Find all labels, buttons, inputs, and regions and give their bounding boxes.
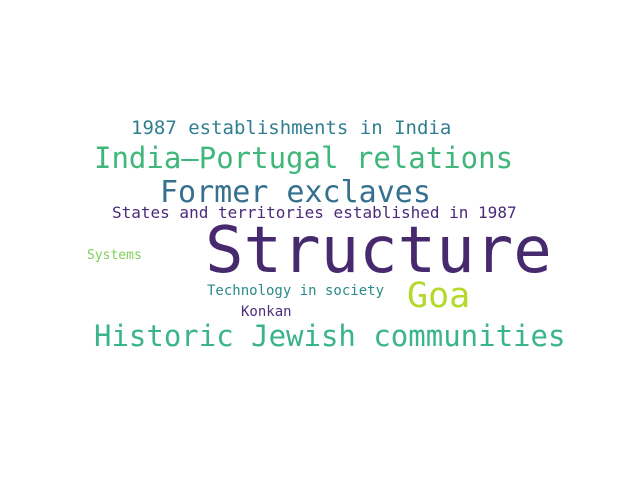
- word-historic-jewish-communities: Historic Jewish communities: [94, 319, 566, 353]
- word-india-portugal-relations: India–Portugal relations: [94, 141, 514, 175]
- word-cloud: 1987 establishments in India India–Portu…: [0, 0, 640, 480]
- word-goa: Goa: [407, 276, 471, 316]
- word-1987-establishments-in-india: 1987 establishments in India: [131, 117, 452, 139]
- word-structure: Structure: [205, 214, 552, 288]
- word-konkan: Konkan: [241, 304, 292, 320]
- word-systems: Systems: [87, 248, 142, 263]
- word-technology-in-society: Technology in society: [207, 283, 385, 299]
